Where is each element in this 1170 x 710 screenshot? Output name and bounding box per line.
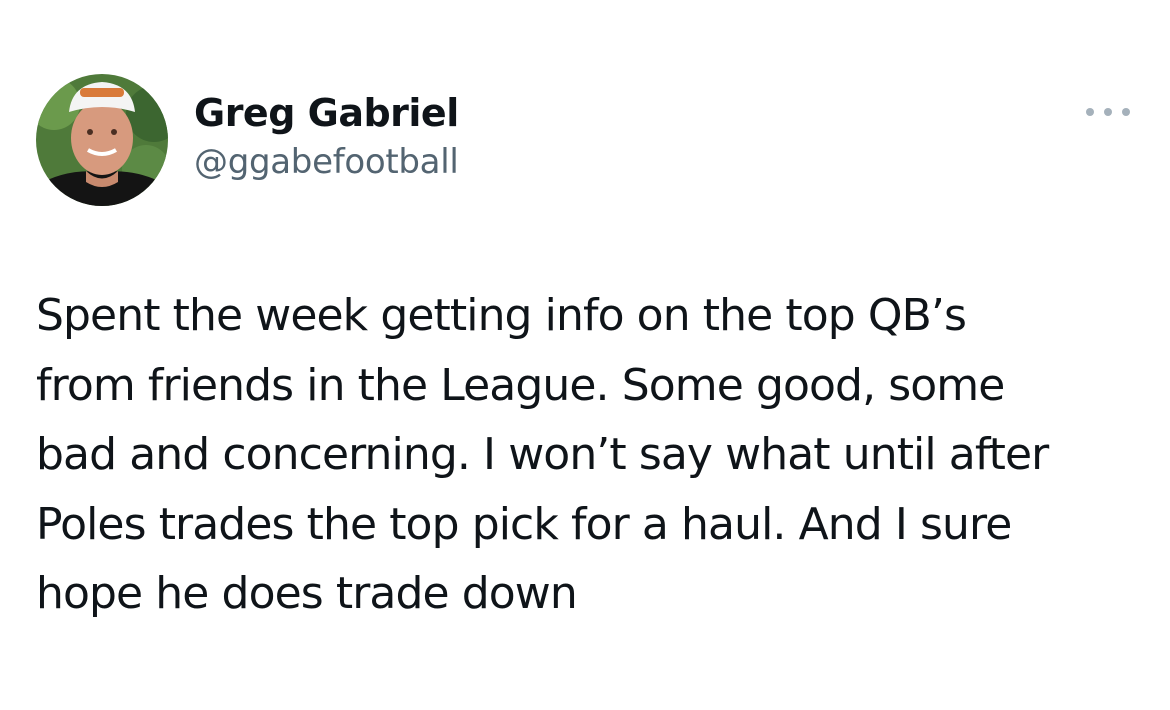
author-display-name[interactable]: Greg Gabriel bbox=[194, 90, 459, 136]
author-handle[interactable]: @ggabefootball bbox=[194, 141, 459, 183]
avatar-image bbox=[36, 74, 168, 206]
tweet-text-line: bad and concerning. I won’t say what unt… bbox=[36, 429, 1049, 480]
more-dot bbox=[1122, 108, 1130, 116]
avatar[interactable] bbox=[36, 74, 168, 206]
tweet-text-line: Spent the week getting info on the top Q… bbox=[36, 290, 967, 341]
more-dot bbox=[1104, 108, 1112, 116]
tweet-text-line: from friends in the League. Some good, s… bbox=[36, 359, 1005, 411]
author-info: Greg Gabriel @ggabefootball bbox=[194, 90, 459, 183]
more-dot bbox=[1086, 108, 1094, 116]
tweet-text-line: Poles trades the top pick for a haul. An… bbox=[36, 498, 1012, 550]
tweet-text: Spent the week getting info on the top Q… bbox=[36, 281, 1146, 629]
more-options-icon[interactable] bbox=[1082, 98, 1134, 126]
tweet-text-line: hope he does trade down bbox=[36, 568, 578, 619]
tweet-card: Greg Gabriel @ggabefootball Spent the we… bbox=[0, 0, 1170, 710]
